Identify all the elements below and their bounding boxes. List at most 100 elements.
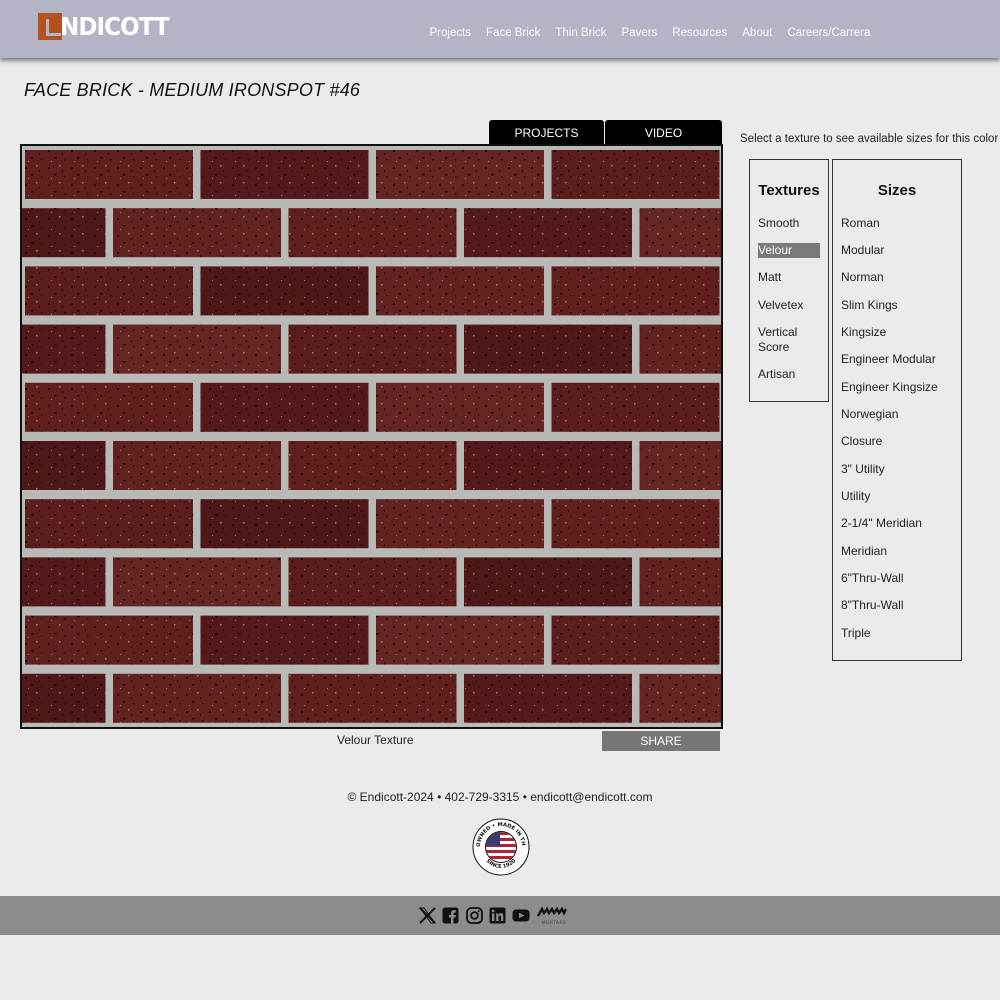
brick-speckle [288, 208, 457, 258]
size-option-modular[interactable]: Modular [841, 243, 884, 258]
brick-speckle [200, 382, 369, 432]
brick-speckle [551, 382, 720, 432]
textures-title: Textures [758, 182, 820, 199]
brick-speckle [376, 266, 544, 316]
brick-speckle [464, 208, 632, 258]
brick-speckle [464, 324, 632, 374]
family-owned-badge-icon: FAMILY OWNED • MADE IN THE U.S.A. SINCE … [469, 814, 530, 876]
brick-speckle [200, 615, 369, 665]
brick-speckle [288, 324, 457, 374]
brick-speckle [551, 499, 720, 549]
size-option-utility[interactable]: Utility [841, 489, 870, 504]
footer-contact: © Endicott-2024 • 402-729-3315 • endicot… [0, 790, 1000, 804]
size-option-norwegian[interactable]: Norwegian [841, 407, 898, 422]
brick-speckle [25, 266, 193, 316]
youtube-icon[interactable] [512, 907, 530, 924]
brick-speckle [464, 557, 632, 607]
nav-thin-brick[interactable]: Thin Brick [555, 27, 606, 39]
nav-careers[interactable]: Careers/Carrera [787, 27, 870, 39]
size-option-slim-kings[interactable]: Slim Kings [841, 298, 898, 313]
brick-speckle [639, 208, 721, 258]
size-option-engineer-modular[interactable]: Engineer Modular [841, 352, 936, 367]
brick-speckle [113, 441, 281, 490]
size-option-triple[interactable]: Triple [841, 626, 871, 641]
x-icon[interactable] [419, 907, 436, 924]
main-nav: Projects Face Brick Thin Brick Pavers Re… [422, 27, 878, 39]
logo-mark-icon [38, 12, 62, 40]
nav-face-brick[interactable]: Face Brick [486, 27, 540, 39]
brick-speckle [25, 615, 193, 665]
logo-text: NDICOTT [60, 11, 170, 41]
brick-speckle [113, 324, 281, 374]
texture-option-matt[interactable]: Matt [758, 270, 781, 285]
mortars-label: MORTARS [542, 920, 567, 926]
size-option-norman[interactable]: Norman [841, 270, 884, 285]
brick-speckle [376, 382, 544, 432]
brick-speckle [288, 441, 457, 490]
texture-option-velour[interactable]: Velour [758, 243, 820, 258]
size-option-roman[interactable]: Roman [841, 216, 880, 231]
brick-speckle [639, 557, 721, 607]
nav-pavers[interactable]: Pavers [622, 27, 658, 39]
size-option-6-thru-wall[interactable]: 6"Thru-Wall [841, 571, 904, 586]
endicott-logo[interactable]: NDICOTT [38, 11, 178, 41]
nav-about[interactable]: About [742, 27, 772, 39]
brick-speckle [25, 382, 193, 432]
nav-projects[interactable]: Projects [430, 27, 472, 39]
linkedin-icon[interactable] [489, 907, 506, 924]
brick-wall-image [22, 146, 721, 727]
brick-speckle [200, 266, 369, 316]
brick-speckle [639, 441, 721, 490]
brick-texture-viewer [20, 144, 723, 729]
size-option-closure[interactable]: Closure [841, 434, 882, 449]
brick-speckle [22, 673, 106, 723]
texture-caption: Velour Texture [337, 733, 414, 747]
brick-speckle [22, 208, 106, 258]
texture-option-smooth[interactable]: Smooth [758, 216, 799, 231]
brick-speckle [22, 557, 106, 607]
tab-projects[interactable]: PROJECTS [489, 120, 604, 145]
brick-speckle [22, 324, 106, 374]
brick-speckle [113, 208, 281, 258]
texture-option-velvetex[interactable]: Velvetex [758, 298, 803, 313]
sizes-panel: Sizes Roman Modular Norman Slim Kings Ki… [832, 159, 962, 661]
instagram-icon[interactable] [466, 907, 483, 924]
sizes-title: Sizes [877, 182, 917, 199]
footer-email[interactable]: endicott@endicott.com [530, 790, 652, 804]
selector-hint: Select a texture to see available sizes … [740, 133, 999, 145]
brick-speckle [113, 557, 281, 607]
brick-speckle [551, 615, 720, 665]
brick-speckle [551, 266, 720, 316]
size-option-meridian[interactable]: Meridian [841, 544, 887, 559]
footer-copyright: © Endicott-2024 [347, 790, 434, 804]
brick-speckle [200, 150, 369, 199]
page-title: FACE BRICK - MEDIUM IRONSPOT #46 [24, 80, 361, 100]
size-option-3-utility[interactable]: 3" Utility [841, 462, 885, 477]
brick-speckle [25, 499, 193, 549]
facebook-icon[interactable] [442, 907, 459, 924]
footer-phone[interactable]: 402-729-3315 [445, 790, 520, 804]
brick-speckle [113, 673, 281, 723]
brick-speckle [376, 615, 544, 665]
brick-speckle [551, 150, 720, 199]
size-option-8-thru-wall[interactable]: 8"Thru-Wall [841, 598, 904, 613]
size-option-2-1-4-meridian[interactable]: 2-1/4" Meridian [841, 516, 922, 531]
tab-video[interactable]: VIDEO [605, 120, 722, 145]
brick-speckle [639, 324, 721, 374]
size-option-kingsize[interactable]: Kingsize [841, 325, 886, 340]
size-option-engineer-kingsize[interactable]: Engineer Kingsize [841, 380, 938, 395]
brick-speckle [200, 499, 369, 549]
mortars-icon[interactable]: MORTARS [535, 906, 573, 926]
texture-option-vertical-score[interactable]: Vertical Score [758, 325, 808, 355]
brick-speckle [464, 441, 632, 490]
nav-resources[interactable]: Resources [672, 27, 727, 39]
brick-speckle [288, 557, 457, 607]
brick-speckle [288, 673, 457, 723]
footer-separator: • [437, 790, 442, 804]
site-header: NDICOTT Projects Face Brick Thin Brick P… [0, 0, 1000, 58]
texture-option-artisan[interactable]: Artisan [758, 367, 795, 382]
brick-speckle [639, 673, 721, 723]
share-button[interactable]: SHARE [602, 731, 720, 751]
brick-speckle [22, 441, 106, 490]
textures-panel: Textures Smooth Velour Matt Velvetex Ver… [749, 159, 829, 402]
